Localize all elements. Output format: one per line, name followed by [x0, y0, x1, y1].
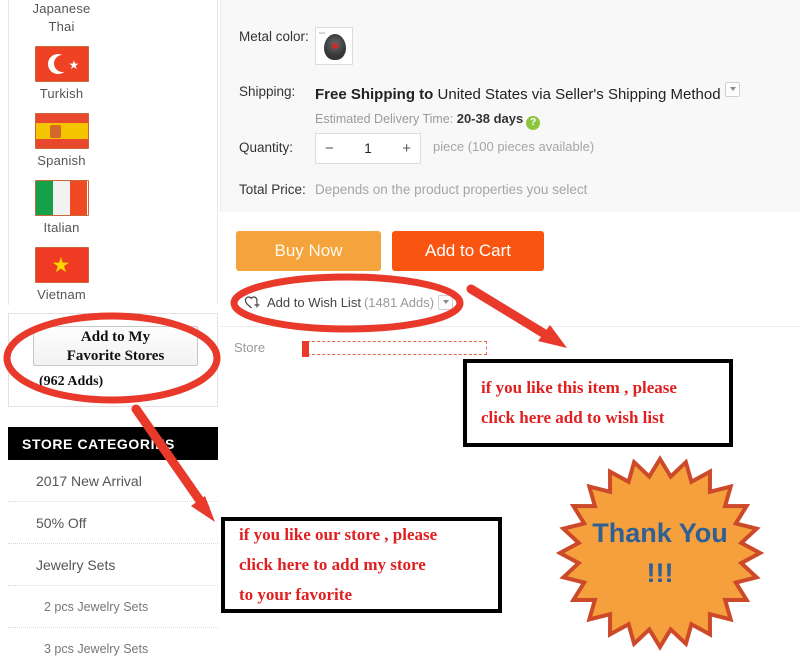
metal-color-row: Metal color: sku: [239, 27, 353, 65]
turkey-flag-icon: ★: [34, 46, 89, 82]
language-label: Vietnam: [37, 287, 86, 302]
page-root: Japanese Thai ★ Turkish Spanish Italian …: [0, 0, 800, 661]
language-item-spanish[interactable]: Spanish: [9, 103, 114, 170]
category-item-jewelry-sets[interactable]: Jewelry Sets: [8, 544, 218, 586]
language-panel: Japanese Thai ★ Turkish Spanish Italian …: [8, 0, 218, 369]
help-question-icon[interactable]: ?: [526, 116, 541, 130]
favorite-store-box: Add to My Favorite Stores (962 Adds): [8, 313, 218, 407]
delivery-prefix: Estimated Delivery Time:: [315, 112, 454, 126]
heart-plus-icon: [244, 294, 261, 310]
quantity-increment-button[interactable]: +: [402, 140, 411, 157]
favorite-button-line1: Add to My: [80, 329, 151, 345]
quantity-row: Quantity: − 1 + piece (100 pieces availa…: [239, 133, 594, 164]
favorite-adds-count: (962 Adds): [39, 374, 104, 389]
quantity-decrement-button[interactable]: −: [325, 140, 334, 157]
language-label: Spanish: [37, 153, 86, 168]
language-item-thai[interactable]: Thai: [9, 18, 114, 36]
thank-you-starburst: Thank You !!!: [555, 455, 765, 651]
language-label: Japanese: [32, 1, 91, 16]
shipping-label: Shipping:: [239, 84, 296, 99]
total-price-row: Total Price: Depends on the product prop…: [239, 180, 587, 197]
total-price-label: Total Price:: [239, 182, 306, 197]
metal-color-swatch[interactable]: sku: [315, 27, 353, 65]
metal-color-label: Metal color:: [239, 29, 309, 44]
delivery-value: 20-38 days: [456, 111, 524, 126]
quantity-label: Quantity:: [239, 140, 294, 155]
store-note-line3: to your favorite: [239, 585, 352, 604]
language-item-vietnam[interactable]: ★ Vietnam: [9, 237, 114, 304]
category-item-2-pcs-jewelry-sets[interactable]: 2 pcs Jewelry Sets: [8, 586, 218, 628]
product-properties-panel: Metal color: sku Shipping: Free Shipping…: [220, 0, 800, 212]
wish-list-label: Add to Wish List: [267, 294, 361, 310]
italy-flag-icon: [34, 180, 89, 216]
add-to-wish-list-link[interactable]: Add to Wish List (1481 Adds): [244, 294, 454, 310]
language-label: Thai: [48, 19, 75, 34]
category-item-3-pcs-jewelry-sets[interactable]: 3 pcs Jewelry Sets: [8, 628, 218, 661]
spain-flag-icon: [34, 113, 89, 149]
language-label: Turkish: [39, 86, 84, 101]
shipping-free-text: Free Shipping to: [315, 86, 434, 103]
category-item-2017-new-arrival[interactable]: 2017 New Arrival: [8, 460, 218, 502]
wish-list-chevron-down-icon[interactable]: [438, 294, 454, 310]
store-annotation-note: if you like our store , please click her…: [221, 517, 502, 613]
language-item-italian[interactable]: Italian: [9, 170, 114, 237]
category-item-50-off[interactable]: 50% Off: [8, 502, 218, 544]
store-label: Store: [234, 340, 266, 355]
store-note-line2: click here to add my store: [239, 555, 426, 574]
shipping-chevron-down-icon[interactable]: [724, 82, 740, 97]
pendant-thumbnail-icon: [324, 34, 346, 60]
total-price-note: Depends on the product properties you se…: [315, 182, 588, 197]
left-sidebar: Japanese Thai ★ Turkish Spanish Italian …: [0, 0, 220, 661]
language-label: Italian: [43, 220, 80, 235]
buy-now-button[interactable]: Buy Now: [236, 231, 381, 271]
favorite-button-line2: Favorite Stores: [66, 348, 165, 364]
store-categories-list: 2017 New Arrival 50% Off Jewelry Sets 2 …: [8, 460, 218, 661]
wish-list-annotation-note: if you like this item , please click her…: [463, 359, 733, 447]
language-item-japanese[interactable]: Japanese: [9, 0, 114, 18]
add-to-cart-button[interactable]: Add to Cart: [392, 231, 544, 271]
wish-list-count: (1481 Adds): [363, 294, 435, 310]
quantity-availability-note: piece (100 pieces available): [433, 139, 595, 154]
add-to-favorite-stores-button[interactable]: Add to My Favorite Stores: [33, 326, 198, 366]
wish-note-line1: if you like this item , please: [481, 378, 677, 397]
store-categories-header: STORE CATEGORIES: [8, 427, 218, 460]
quantity-stepper[interactable]: − 1 +: [315, 133, 421, 164]
quantity-value[interactable]: 1: [364, 141, 372, 156]
language-item-turkish[interactable]: ★ Turkish: [9, 36, 114, 103]
starburst-shape-icon: [555, 455, 765, 651]
store-broken-image-placeholder: [302, 340, 487, 357]
store-row: Store: [234, 340, 487, 357]
shipping-destination-text: United States via Seller's Shipping Meth…: [437, 86, 721, 103]
section-divider: [220, 326, 800, 327]
shipping-value: Free Shipping to United States via Selle…: [315, 82, 740, 105]
store-note-line1: if you like our store , please: [239, 525, 438, 544]
shipping-row: Shipping: Free Shipping to United States…: [239, 82, 740, 130]
vietnam-flag-icon: ★: [34, 247, 89, 283]
wish-note-line2: click here add to wish list: [481, 408, 665, 427]
estimated-delivery: Estimated Delivery Time: 20-38 days?: [315, 111, 740, 130]
